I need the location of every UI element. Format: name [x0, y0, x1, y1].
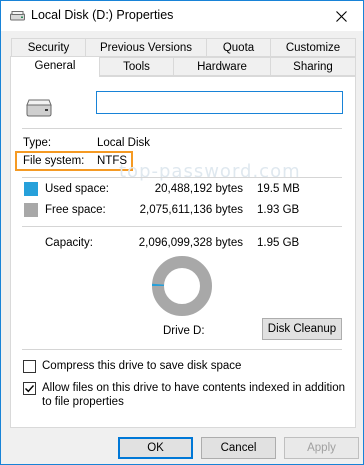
cancel-label: Cancel — [220, 442, 257, 454]
hard-drive-icon — [26, 99, 52, 117]
tab-sharing[interactable]: Sharing — [270, 57, 356, 76]
free-space-ring — [152, 256, 212, 316]
free-space-size: 1.93 GB — [257, 204, 300, 216]
file-system-label: File system: — [23, 155, 85, 167]
divider — [22, 177, 342, 178]
close-icon — [335, 10, 347, 22]
capacity-bytes: 2,096,099,328 bytes — [138, 237, 243, 249]
type-label: Type: — [23, 137, 52, 149]
type-value: Local Disk — [97, 137, 151, 149]
tab-general[interactable]: General — [10, 56, 100, 77]
tab-label: Tools — [123, 61, 150, 73]
compress-label: Compress this drive to save disk space — [42, 360, 242, 372]
watermark: top-password.com — [119, 161, 301, 182]
tab-customize[interactable]: Customize — [270, 38, 356, 57]
tab-label: Security — [27, 42, 70, 54]
tab-label: Sharing — [293, 61, 333, 73]
window-title: Local Disk (D:) Properties — [31, 8, 174, 22]
tab-label: Previous Versions — [99, 42, 193, 54]
tab-label: Customize — [285, 42, 341, 54]
used-space-size: 19.5 MB — [257, 183, 300, 195]
tab-label: Hardware — [197, 61, 247, 73]
disk-cleanup-button[interactable]: Disk Cleanup — [262, 318, 342, 340]
divider — [22, 349, 342, 350]
tab-security[interactable]: Security — [11, 38, 86, 57]
disk-usage-donut — [152, 256, 212, 316]
index-label-line2: to file properties — [42, 396, 124, 408]
tab-label: General — [34, 60, 76, 72]
apply-label: Apply — [307, 442, 336, 454]
apply-button[interactable]: Apply — [284, 437, 359, 459]
properties-window: Local Disk (D:) Properties Security Prev… — [0, 0, 364, 465]
tab-label: Quota — [222, 42, 255, 54]
tab-quota[interactable]: Quota — [206, 38, 271, 57]
used-space-bytes: 20,488,192 bytes — [154, 183, 243, 195]
tab-previous-versions[interactable]: Previous Versions — [85, 38, 207, 57]
free-space-swatch — [24, 203, 38, 217]
used-space-swatch — [24, 182, 38, 196]
divider — [22, 128, 342, 129]
divider — [22, 226, 342, 227]
index-label-line1: Allow files on this drive to have conten… — [42, 382, 346, 394]
ok-button[interactable]: OK — [118, 437, 193, 459]
close-button[interactable] — [319, 1, 363, 31]
ok-label: OK — [147, 442, 164, 454]
watermark-text: top-password.com — [119, 161, 301, 182]
capacity-size: 1.95 GB — [257, 237, 300, 249]
drive-label: Drive D: — [163, 325, 205, 337]
title-bar[interactable]: Local Disk (D:) Properties — [1, 1, 363, 31]
disk-cleanup-label: Disk Cleanup — [267, 323, 337, 335]
free-space-label: Free space: — [45, 204, 106, 216]
free-space-bytes: 2,075,611,136 bytes — [139, 204, 243, 216]
capacity-label: Capacity: — [45, 237, 93, 249]
checkmark-icon — [25, 385, 35, 393]
index-checkbox[interactable] — [23, 382, 36, 395]
compress-checkbox[interactable] — [23, 360, 36, 373]
tab-hardware[interactable]: Hardware — [173, 57, 271, 76]
cancel-button[interactable]: Cancel — [201, 437, 276, 459]
tab-tools[interactable]: Tools — [99, 57, 174, 76]
used-space-label: Used space: — [45, 183, 109, 195]
drive-icon — [10, 11, 25, 21]
drive-name-input[interactable] — [96, 91, 343, 114]
